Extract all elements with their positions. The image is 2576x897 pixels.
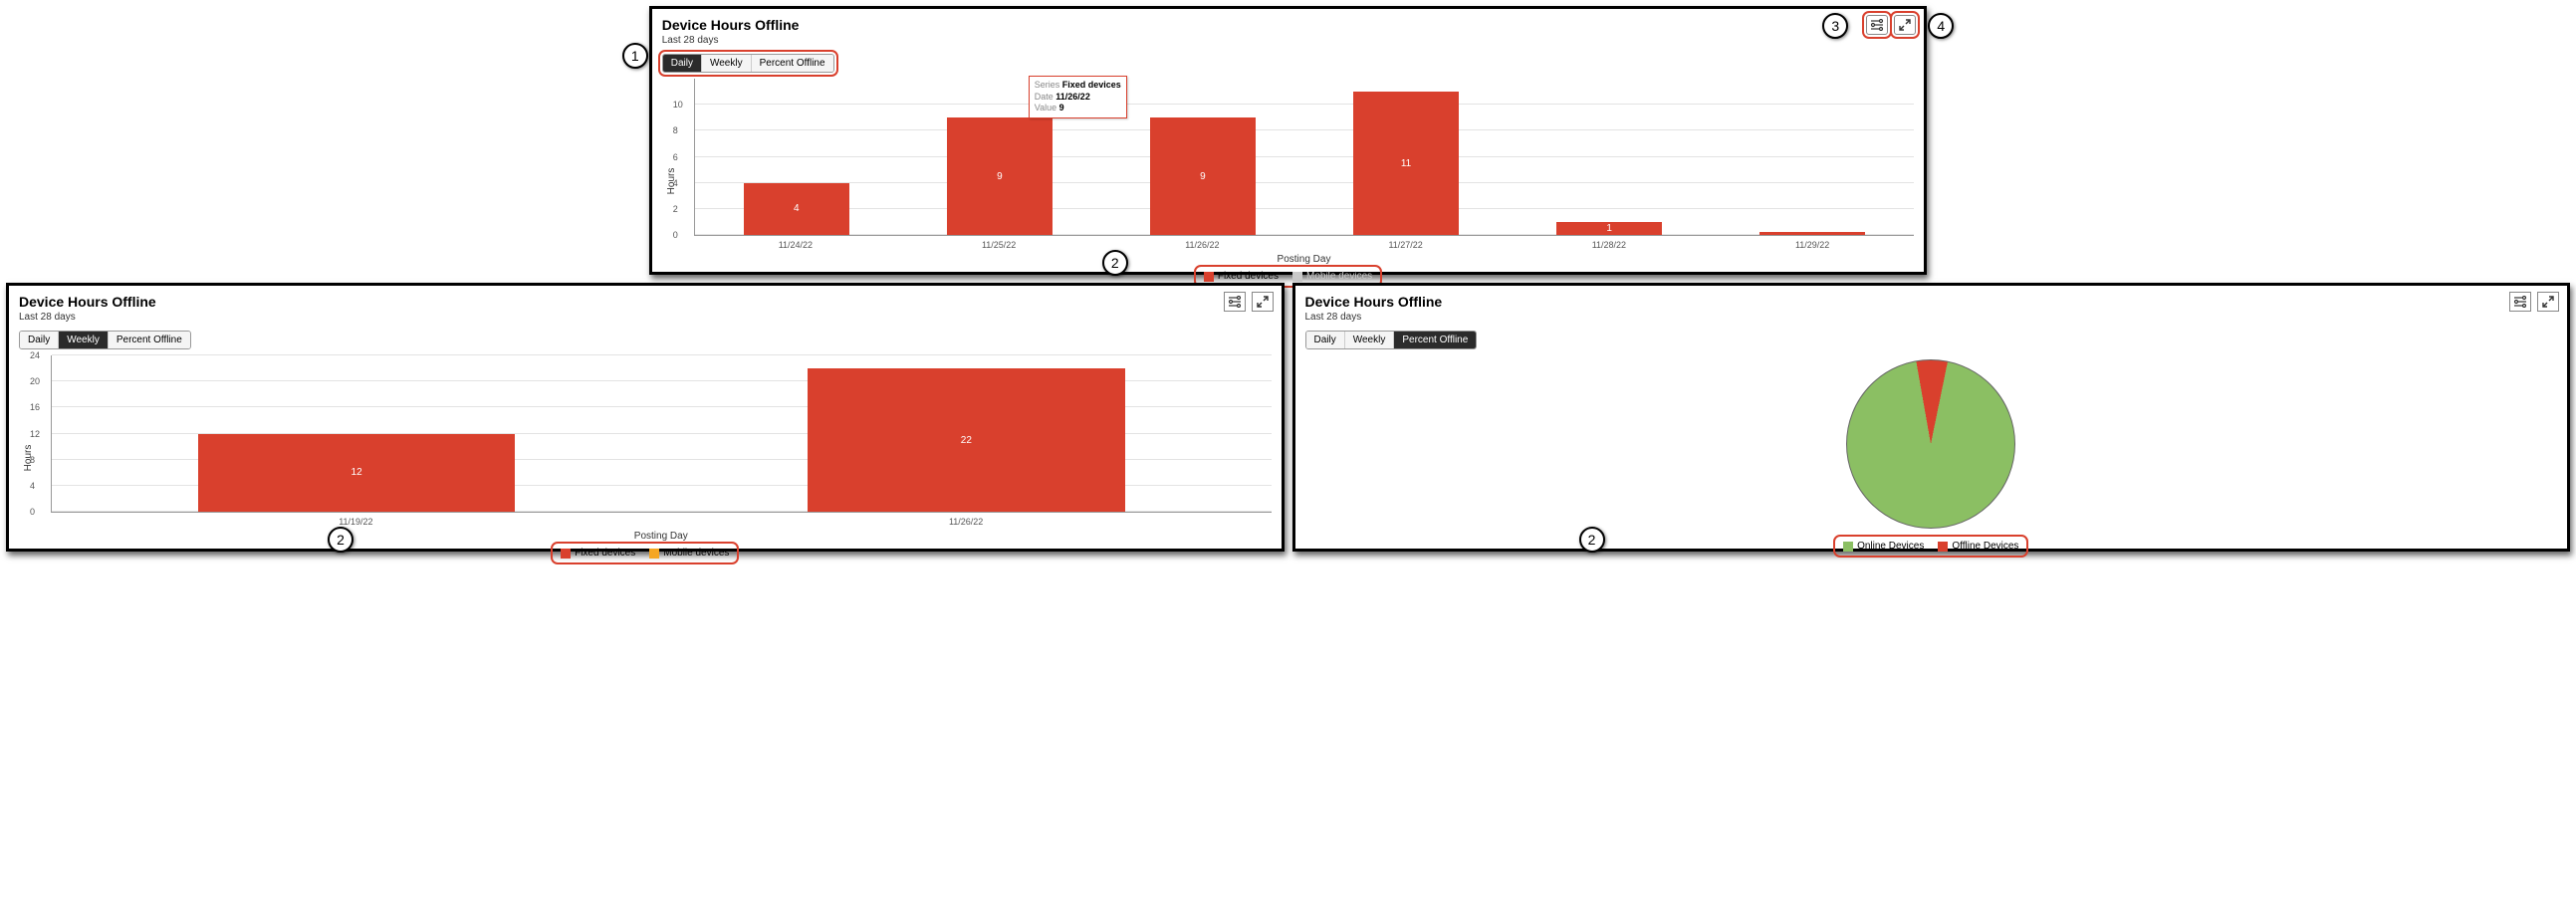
panel-percent-offline: 2 Device Hours Offline Last 28 days Dail… [1292, 283, 2571, 552]
y-tick: 16 [30, 402, 40, 412]
x-axis-label: Posting Day [694, 254, 1915, 265]
legend-swatch-icon [561, 549, 571, 559]
pie-chart [1846, 359, 2015, 529]
x-tick: 11/24/22 [694, 236, 897, 250]
tab-weekly[interactable]: Weekly [59, 332, 109, 348]
legend-fixed-devices[interactable]: Fixed devices [561, 548, 635, 559]
y-tick: 6 [673, 152, 678, 162]
legend-swatch-icon [1292, 272, 1302, 282]
tab-daily[interactable]: Daily [20, 332, 59, 348]
expand-icon[interactable] [1894, 15, 1916, 35]
legend-online-devices[interactable]: Online Devices [1843, 541, 1924, 552]
bar[interactable]: 1 [1556, 222, 1662, 235]
annotation-badge-2: 2 [1579, 527, 1605, 553]
bar[interactable]: 9 [1150, 117, 1256, 235]
legend-swatch-icon [1843, 542, 1853, 552]
x-axis-label: Posting Day [51, 531, 1272, 542]
y-tick: 4 [673, 178, 678, 188]
panel-subtitle: Last 28 days [19, 312, 1272, 323]
x-tick: 11/25/22 [897, 236, 1100, 250]
legend-mobile-devices[interactable]: Mobile devices [649, 548, 729, 559]
y-tick: 0 [30, 507, 35, 517]
y-tick: 2 [673, 204, 678, 214]
tab-weekly[interactable]: Weekly [702, 55, 752, 72]
view-tabs: Daily Weekly Percent Offline [1305, 331, 1478, 349]
bar[interactable] [1759, 232, 1865, 235]
panel-title: Device Hours Offline [19, 294, 1272, 310]
legend-label: Mobile devices [1306, 271, 1372, 282]
legend-swatch-icon [1204, 272, 1214, 282]
bar[interactable]: 9 [947, 117, 1053, 235]
x-tick: 11/19/22 [51, 513, 661, 527]
x-tick: 11/29/22 [1711, 236, 1914, 250]
legend-swatch-icon [1938, 542, 1948, 552]
filter-icon[interactable] [2509, 292, 2531, 312]
percent-pie-chart [1305, 359, 2558, 529]
daily-bar-chart: Hours Series Fixed devices Date 11/26/22… [662, 79, 1915, 284]
legend-label: Fixed devices [1218, 271, 1279, 282]
chart-legend: Fixed devices Mobile devices [1198, 269, 1378, 284]
annotation-badge-2: 2 [328, 527, 353, 553]
panel-subtitle: Last 28 days [662, 35, 1915, 46]
panel-title: Device Hours Offline [1305, 294, 2558, 310]
legend-label: Fixed devices [575, 548, 635, 559]
panel-weekly: 2 Device Hours Offline Last 28 days Dail… [6, 283, 1285, 552]
tab-percent-offline[interactable]: Percent Offline [752, 55, 833, 72]
panel-title: Device Hours Offline [662, 17, 1915, 33]
bar[interactable]: 4 [744, 183, 849, 235]
bar[interactable]: 12 [198, 434, 515, 513]
y-tick: 24 [30, 350, 40, 360]
legend-label: Online Devices [1857, 541, 1924, 552]
chart-legend: Online Devices Offline Devices [1837, 539, 2024, 554]
filter-icon[interactable] [1224, 292, 1246, 312]
y-tick: 0 [673, 230, 678, 240]
y-tick: 12 [30, 429, 40, 439]
legend-swatch-icon [649, 549, 659, 559]
bar[interactable]: 22 [808, 368, 1124, 512]
panel-subtitle: Last 28 days [1305, 312, 2558, 323]
annotation-badge-4: 4 [1928, 13, 1954, 39]
view-tabs: Daily Weekly Percent Offline [19, 331, 191, 349]
x-tick: 11/26/22 [1100, 236, 1303, 250]
tab-weekly[interactable]: Weekly [1345, 332, 1395, 348]
expand-icon[interactable] [1252, 292, 1274, 312]
expand-icon[interactable] [2537, 292, 2559, 312]
y-tick: 4 [30, 481, 35, 491]
filter-icon[interactable] [1866, 15, 1888, 35]
legend-label: Offline Devices [1952, 541, 2018, 552]
tab-percent-offline[interactable]: Percent Offline [109, 332, 190, 348]
y-tick: 10 [673, 100, 683, 110]
x-tick: 11/27/22 [1304, 236, 1508, 250]
y-tick: 8 [30, 455, 35, 465]
tab-daily[interactable]: Daily [663, 55, 702, 72]
tab-percent-offline[interactable]: Percent Offline [1394, 332, 1476, 348]
x-tick: 11/26/22 [661, 513, 1272, 527]
legend-fixed-devices[interactable]: Fixed devices [1204, 271, 1279, 282]
annotation-badge-1: 1 [622, 43, 648, 69]
tab-daily[interactable]: Daily [1306, 332, 1345, 348]
y-tick: 8 [673, 125, 678, 135]
bar[interactable]: 11 [1353, 92, 1459, 235]
legend-mobile-devices[interactable]: Mobile devices [1292, 271, 1372, 282]
annotation-badge-2: 2 [1102, 250, 1128, 276]
panel-daily: 1 3 4 2 Device Hours Offline Last 28 day… [649, 6, 1928, 275]
y-tick: 20 [30, 376, 40, 386]
chart-legend: Fixed devices Mobile devices [555, 546, 735, 561]
x-tick: 11/28/22 [1508, 236, 1711, 250]
legend-label: Mobile devices [663, 548, 729, 559]
weekly-bar-chart: Hours 048121620241222 11/19/2211/26/22 P… [19, 355, 1272, 561]
chart-tooltip: Series Fixed devices Date 11/26/22 Value… [1029, 76, 1127, 118]
view-tabs: Daily Weekly Percent Offline [662, 54, 834, 73]
legend-offline-devices[interactable]: Offline Devices [1938, 541, 2018, 552]
